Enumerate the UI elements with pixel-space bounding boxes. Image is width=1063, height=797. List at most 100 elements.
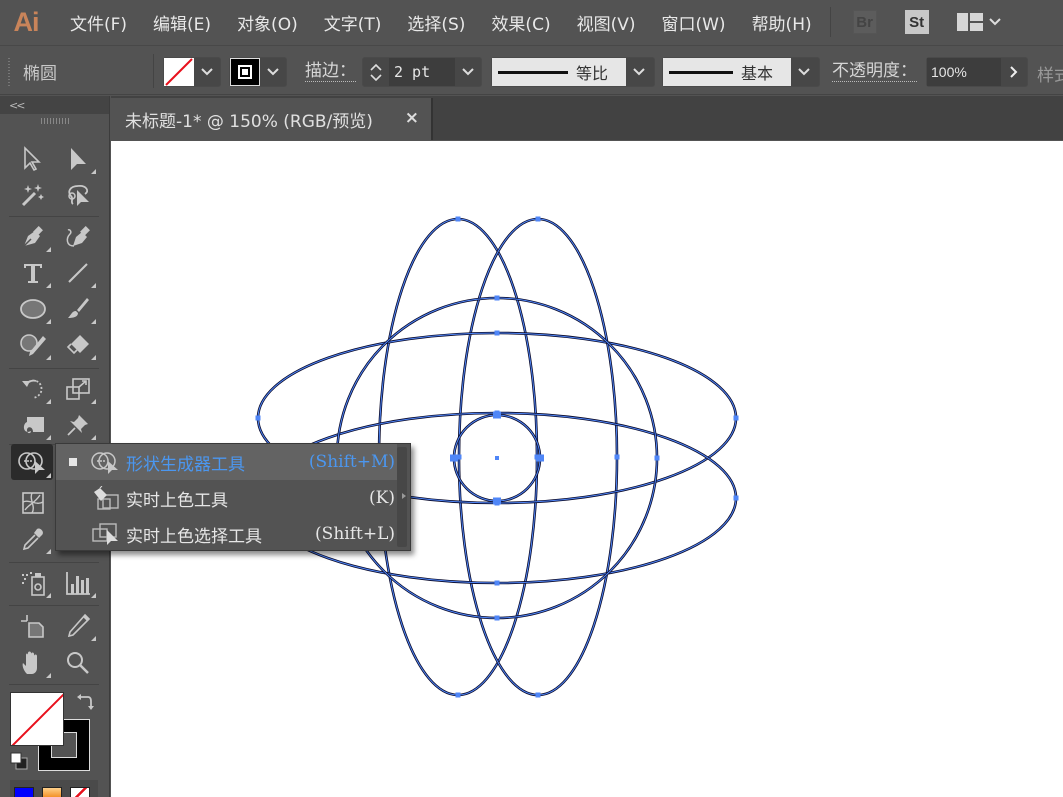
toolbox-collapse-button[interactable]: << (0, 96, 109, 114)
chevron-down-icon (462, 68, 474, 76)
shaper-tool[interactable] (13, 328, 53, 362)
fill-color-control[interactable] (163, 57, 221, 87)
flyout-item-shape-builder[interactable]: 形状生成器工具 (Shift+M) (56, 444, 397, 480)
color-mode-button[interactable] (14, 787, 34, 797)
width-profile-dropdown-button[interactable] (626, 58, 652, 86)
stroke-weight-stepper[interactable] (363, 58, 389, 86)
anchor-point[interactable] (455, 692, 461, 698)
stroke-weight-input[interactable] (389, 58, 455, 86)
anchor-point[interactable] (536, 454, 544, 462)
opacity-input[interactable] (927, 58, 1001, 86)
stroke-color-control[interactable] (229, 57, 287, 87)
warp-tool[interactable] (13, 408, 53, 442)
flyout-item-live-paint-selection[interactable]: 实时上色选择工具 (Shift+L) (56, 516, 397, 552)
scale-tool[interactable] (58, 372, 98, 406)
paintbrush-tool[interactable] (58, 292, 98, 326)
toolbox-grip[interactable] (0, 114, 109, 128)
rotate-tool[interactable] (13, 372, 53, 406)
menu-object[interactable]: 对象(O) (237, 10, 298, 35)
stroke-weight-dropdown[interactable] (455, 58, 481, 86)
toolbox-divider (9, 216, 99, 217)
slice-tool[interactable] (58, 609, 98, 643)
document-tab[interactable]: 未标题-1* @ 150% (RGB/预览) × (111, 98, 431, 140)
symbol-sprayer-tool[interactable] (13, 566, 53, 600)
anchor-point[interactable] (494, 615, 500, 621)
anchor-point[interactable] (455, 216, 461, 222)
fill-swatch[interactable] (10, 692, 64, 746)
none-mode-button[interactable] (70, 787, 90, 797)
default-fill-stroke-icon[interactable] (10, 752, 28, 770)
anchor-point[interactable] (535, 216, 541, 222)
artboard-tool[interactable] (13, 609, 53, 643)
variable-width-profile-dropdown[interactable]: 等比 (491, 57, 655, 87)
anchor-point[interactable] (614, 454, 620, 460)
menu-window[interactable]: 窗口(W) (661, 10, 725, 35)
fill-none-swatch[interactable] (164, 58, 194, 86)
menu-file[interactable]: 文件(F) (70, 10, 127, 35)
ellipse-tool[interactable] (13, 292, 53, 326)
mesh-tool[interactable] (13, 486, 53, 520)
stock-button[interactable]: St (904, 10, 929, 34)
hand-tool[interactable] (13, 646, 53, 680)
opacity-panel-link[interactable]: 不透明度： (832, 61, 917, 82)
curvature-tool[interactable] (58, 220, 98, 254)
direct-selection-tool[interactable] (58, 142, 98, 176)
close-tab-button[interactable]: × (405, 108, 419, 128)
menu-view[interactable]: 视图(V) (577, 10, 636, 35)
menu-select[interactable]: 选择(S) (407, 10, 465, 35)
fill-dropdown-button[interactable] (194, 58, 220, 86)
pen-tool[interactable] (13, 220, 53, 254)
stroke-black-swatch[interactable] (230, 58, 260, 86)
curvature-pen-icon (66, 226, 90, 247)
control-divider (153, 54, 154, 88)
stroke-panel-link[interactable]: 描边： (305, 61, 356, 82)
opacity-slider-button[interactable] (1001, 58, 1027, 86)
anchor-point[interactable] (493, 497, 501, 505)
swap-fill-stroke-icon[interactable] (76, 694, 94, 712)
chevron-down-icon[interactable] (370, 73, 382, 81)
eraser-tool[interactable] (58, 328, 98, 362)
gradient-mode-button[interactable] (42, 787, 62, 797)
tearoff-arrow-icon (402, 493, 406, 499)
lasso-tool[interactable] (58, 178, 98, 212)
menu-type[interactable]: 文字(T) (324, 10, 382, 35)
symbol-sprayer-icon (22, 572, 45, 596)
menu-effect[interactable]: 效果(C) (491, 10, 550, 35)
anchor-point[interactable] (535, 692, 541, 698)
line-segment-tool[interactable] (58, 256, 98, 290)
bridge-button[interactable]: Br (852, 10, 877, 34)
anchor-point[interactable] (733, 415, 739, 421)
shape-builder-tool[interactable] (11, 444, 53, 480)
line-segment-icon (68, 263, 88, 283)
anchor-point[interactable] (494, 330, 500, 336)
opacity-field[interactable] (926, 57, 1028, 87)
stroke-square-icon (238, 65, 252, 79)
menu-help[interactable]: 帮助(H) (752, 10, 812, 35)
none-slash-icon (165, 58, 193, 86)
anchor-point[interactable] (654, 455, 660, 461)
flyout-item-live-paint-bucket[interactable]: 实时上色工具 (K) (56, 480, 397, 516)
stroke-weight-field[interactable] (362, 57, 482, 87)
type-tool[interactable] (13, 256, 53, 290)
eyedropper-tool[interactable] (13, 522, 53, 556)
anchor-point[interactable] (494, 580, 500, 586)
puppet-warp-tool[interactable] (58, 408, 98, 442)
anchor-point[interactable] (494, 295, 500, 301)
anchor-point[interactable] (493, 411, 501, 419)
brush-definition-dropdown[interactable]: 基本 (662, 57, 820, 87)
anchor-point[interactable] (733, 495, 739, 501)
chevron-up-icon[interactable] (370, 63, 382, 71)
workspace-switcher[interactable] (956, 13, 1001, 31)
anchor-point[interactable] (450, 454, 458, 462)
zoom-tool[interactable] (58, 646, 98, 680)
column-graph-tool[interactable] (58, 566, 98, 600)
brush-dropdown-button[interactable] (791, 58, 817, 86)
stroke-dropdown-button[interactable] (260, 58, 286, 86)
selection-tool[interactable] (13, 142, 53, 176)
brush-definition-label: 基本 (741, 64, 774, 83)
graphic-style-label[interactable]: 样式 (1037, 61, 1063, 86)
menu-edit[interactable]: 编辑(E) (153, 10, 211, 35)
magic-wand-tool[interactable] (13, 178, 53, 212)
panel-grip[interactable] (8, 58, 10, 86)
anchor-point[interactable] (255, 415, 261, 421)
